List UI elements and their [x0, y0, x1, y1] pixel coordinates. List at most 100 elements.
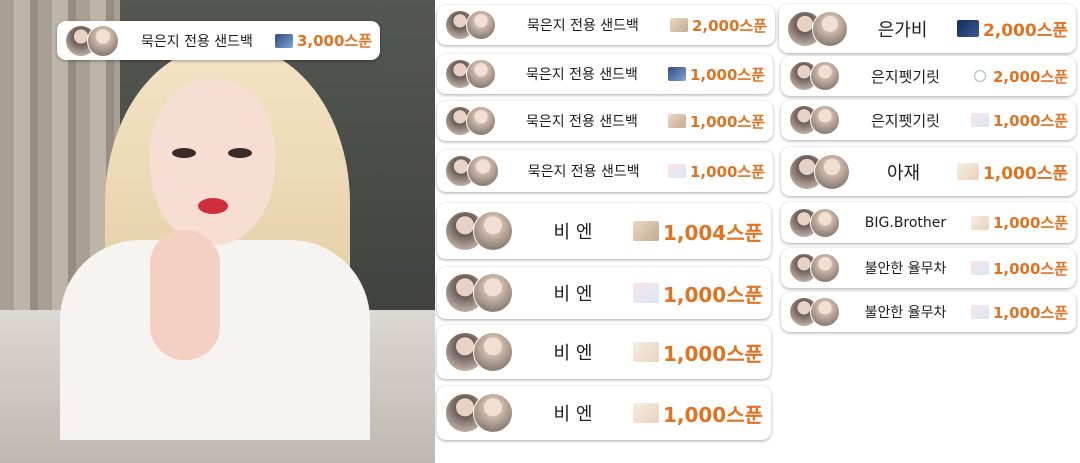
note-gift-icon — [970, 215, 989, 230]
avatar — [466, 106, 496, 136]
donor-avatars — [789, 61, 840, 91]
donation-item: 불안한 율무차 1,000스푼 — [781, 292, 1076, 332]
avatar — [810, 61, 840, 91]
donor-name: 불안한 율무차 — [864, 261, 947, 277]
donation-item: 은가비 2,000스푼 — [779, 4, 1076, 53]
donor-name: 은지펫기릿 — [870, 111, 940, 130]
donation-item: 은지펫기릿 1,000스푼 — [781, 100, 1076, 140]
moon-gift-icon — [970, 261, 989, 275]
donation-item: 묵은지 전용 샌드백 1,000스푼 — [437, 101, 773, 141]
donation-amount: 1,000스푼 — [662, 341, 763, 366]
donation-item: 묵은지 전용 샌드백 2,000스푼 — [437, 5, 775, 45]
donation-item: 묵은지 전용 샌드백 1,000스푼 — [437, 54, 773, 94]
donation-amount: 1,000스푼 — [992, 259, 1068, 278]
donation-amount: 1,000스푼 — [662, 282, 763, 307]
donor-avatars — [445, 332, 513, 372]
text-gift-icon — [632, 342, 659, 362]
donor-avatars — [789, 153, 851, 190]
streamer-hand — [150, 230, 220, 360]
sky-gift-icon — [667, 67, 686, 81]
flower-gift-icon — [667, 164, 686, 178]
donor-name: 은가비 — [877, 19, 928, 41]
donation-amount: 1,000스푼 — [992, 303, 1068, 322]
donor-name: 묵은지 전용 샌드백 — [526, 114, 638, 130]
avatar — [810, 105, 840, 135]
donor-name: BIG.Brother — [864, 214, 947, 231]
beige-gift-icon — [669, 18, 688, 32]
donor-name: 비 엔 — [553, 343, 593, 364]
avatar — [814, 153, 851, 190]
donation-amount: 2,000스푼 — [691, 16, 767, 35]
donation-amount: 1,000스푼 — [992, 214, 1068, 232]
night-sky-gift-icon — [956, 20, 979, 37]
donation-item: 비 엔 1,000스푼 — [437, 267, 771, 319]
donor-avatars — [445, 155, 500, 187]
avatar — [467, 155, 500, 187]
donor-name: 묵은지 전용 샌드백 — [527, 18, 639, 34]
donation-amount: 1,000스푼 — [662, 402, 763, 427]
donation-amount: 3,000스푼 — [296, 32, 372, 50]
donor-avatars — [445, 273, 513, 313]
note-gift-icon — [632, 403, 659, 423]
avatar — [473, 393, 513, 433]
donation-amount: 1,000스푼 — [689, 112, 765, 131]
donor-name: 비 엔 — [553, 222, 593, 243]
avatar — [87, 24, 119, 57]
avatar — [466, 59, 496, 89]
avatar — [810, 253, 840, 283]
avatar — [473, 332, 513, 372]
donor-name: 비 엔 — [553, 404, 593, 425]
donation-item: 비 엔 1,000스푼 — [437, 325, 771, 379]
donor-avatars — [789, 207, 840, 238]
overlay-donation-badge: 묵은지 전용 샌드백 3,000스푼 — [57, 21, 380, 60]
donation-amount: 2,000스푼 — [982, 21, 1068, 41]
avatar — [810, 207, 840, 238]
donor-name: 아재 — [887, 162, 921, 184]
flower-gift-icon — [970, 113, 989, 127]
donation-item: BIG.Brother 1,000스푼 — [781, 202, 1076, 243]
donor-avatars — [789, 253, 840, 283]
donor-name: 묵은지 전용 샌드백 — [141, 33, 253, 50]
donation-item: 은지펫기릿 2,000스푼 — [781, 56, 1076, 96]
avatar — [473, 211, 513, 251]
avatar — [810, 297, 840, 327]
donor-avatars — [445, 393, 513, 433]
donation-amount: 1,000스푼 — [689, 65, 765, 84]
donation-item: 불안한 율무차 1,000스푼 — [781, 248, 1076, 288]
avatar — [466, 10, 496, 40]
donor-name: 묵은지 전용 샌드백 — [527, 164, 640, 180]
right-eye — [228, 148, 252, 158]
donation-amount: 1,000스푼 — [982, 164, 1068, 184]
donation-item: 비 엔 1,004스푼 — [437, 203, 771, 259]
avatar — [812, 10, 849, 47]
sky-photo-gift-icon — [274, 33, 293, 48]
donor-name: 불안한 율무차 — [864, 305, 947, 321]
donation-item: 비 엔 1,000스푼 — [437, 386, 771, 440]
donor-avatars — [445, 211, 513, 251]
donor-name: 은지펫기릿 — [870, 67, 940, 86]
donation-item: 묵은지 전용 샌드백 1,000스푼 — [437, 150, 773, 192]
donation-amount: 1,004스푼 — [662, 220, 763, 245]
donor-avatars — [787, 10, 849, 47]
donation-item: 아재 1,000스푼 — [781, 147, 1076, 196]
donation-amount: 1,000스푼 — [992, 111, 1068, 130]
frame-gift-icon — [667, 114, 686, 128]
flower-gift-icon — [970, 305, 989, 319]
avatar — [473, 273, 513, 313]
note-gift-icon — [956, 163, 979, 180]
donor-avatars — [789, 105, 840, 135]
left-eye — [172, 148, 196, 158]
donation-amount: 1,000스푼 — [689, 162, 765, 181]
donor-avatars — [445, 59, 496, 89]
donor-name: 비 엔 — [553, 284, 593, 305]
donor-name: 묵은지 전용 샌드백 — [526, 67, 638, 83]
donor-avatars — [445, 106, 496, 136]
hands-gift-icon — [632, 221, 659, 241]
donor-avatars — [789, 297, 840, 327]
lips — [198, 198, 228, 214]
donation-amount: 2,000스푼 — [992, 67, 1068, 86]
donor-avatars — [65, 24, 119, 57]
stream-video-frame: 묵은지 전용 샌드백 3,000스푼 — [0, 0, 435, 463]
ring-gift-icon — [970, 69, 989, 83]
donor-avatars — [445, 10, 496, 40]
